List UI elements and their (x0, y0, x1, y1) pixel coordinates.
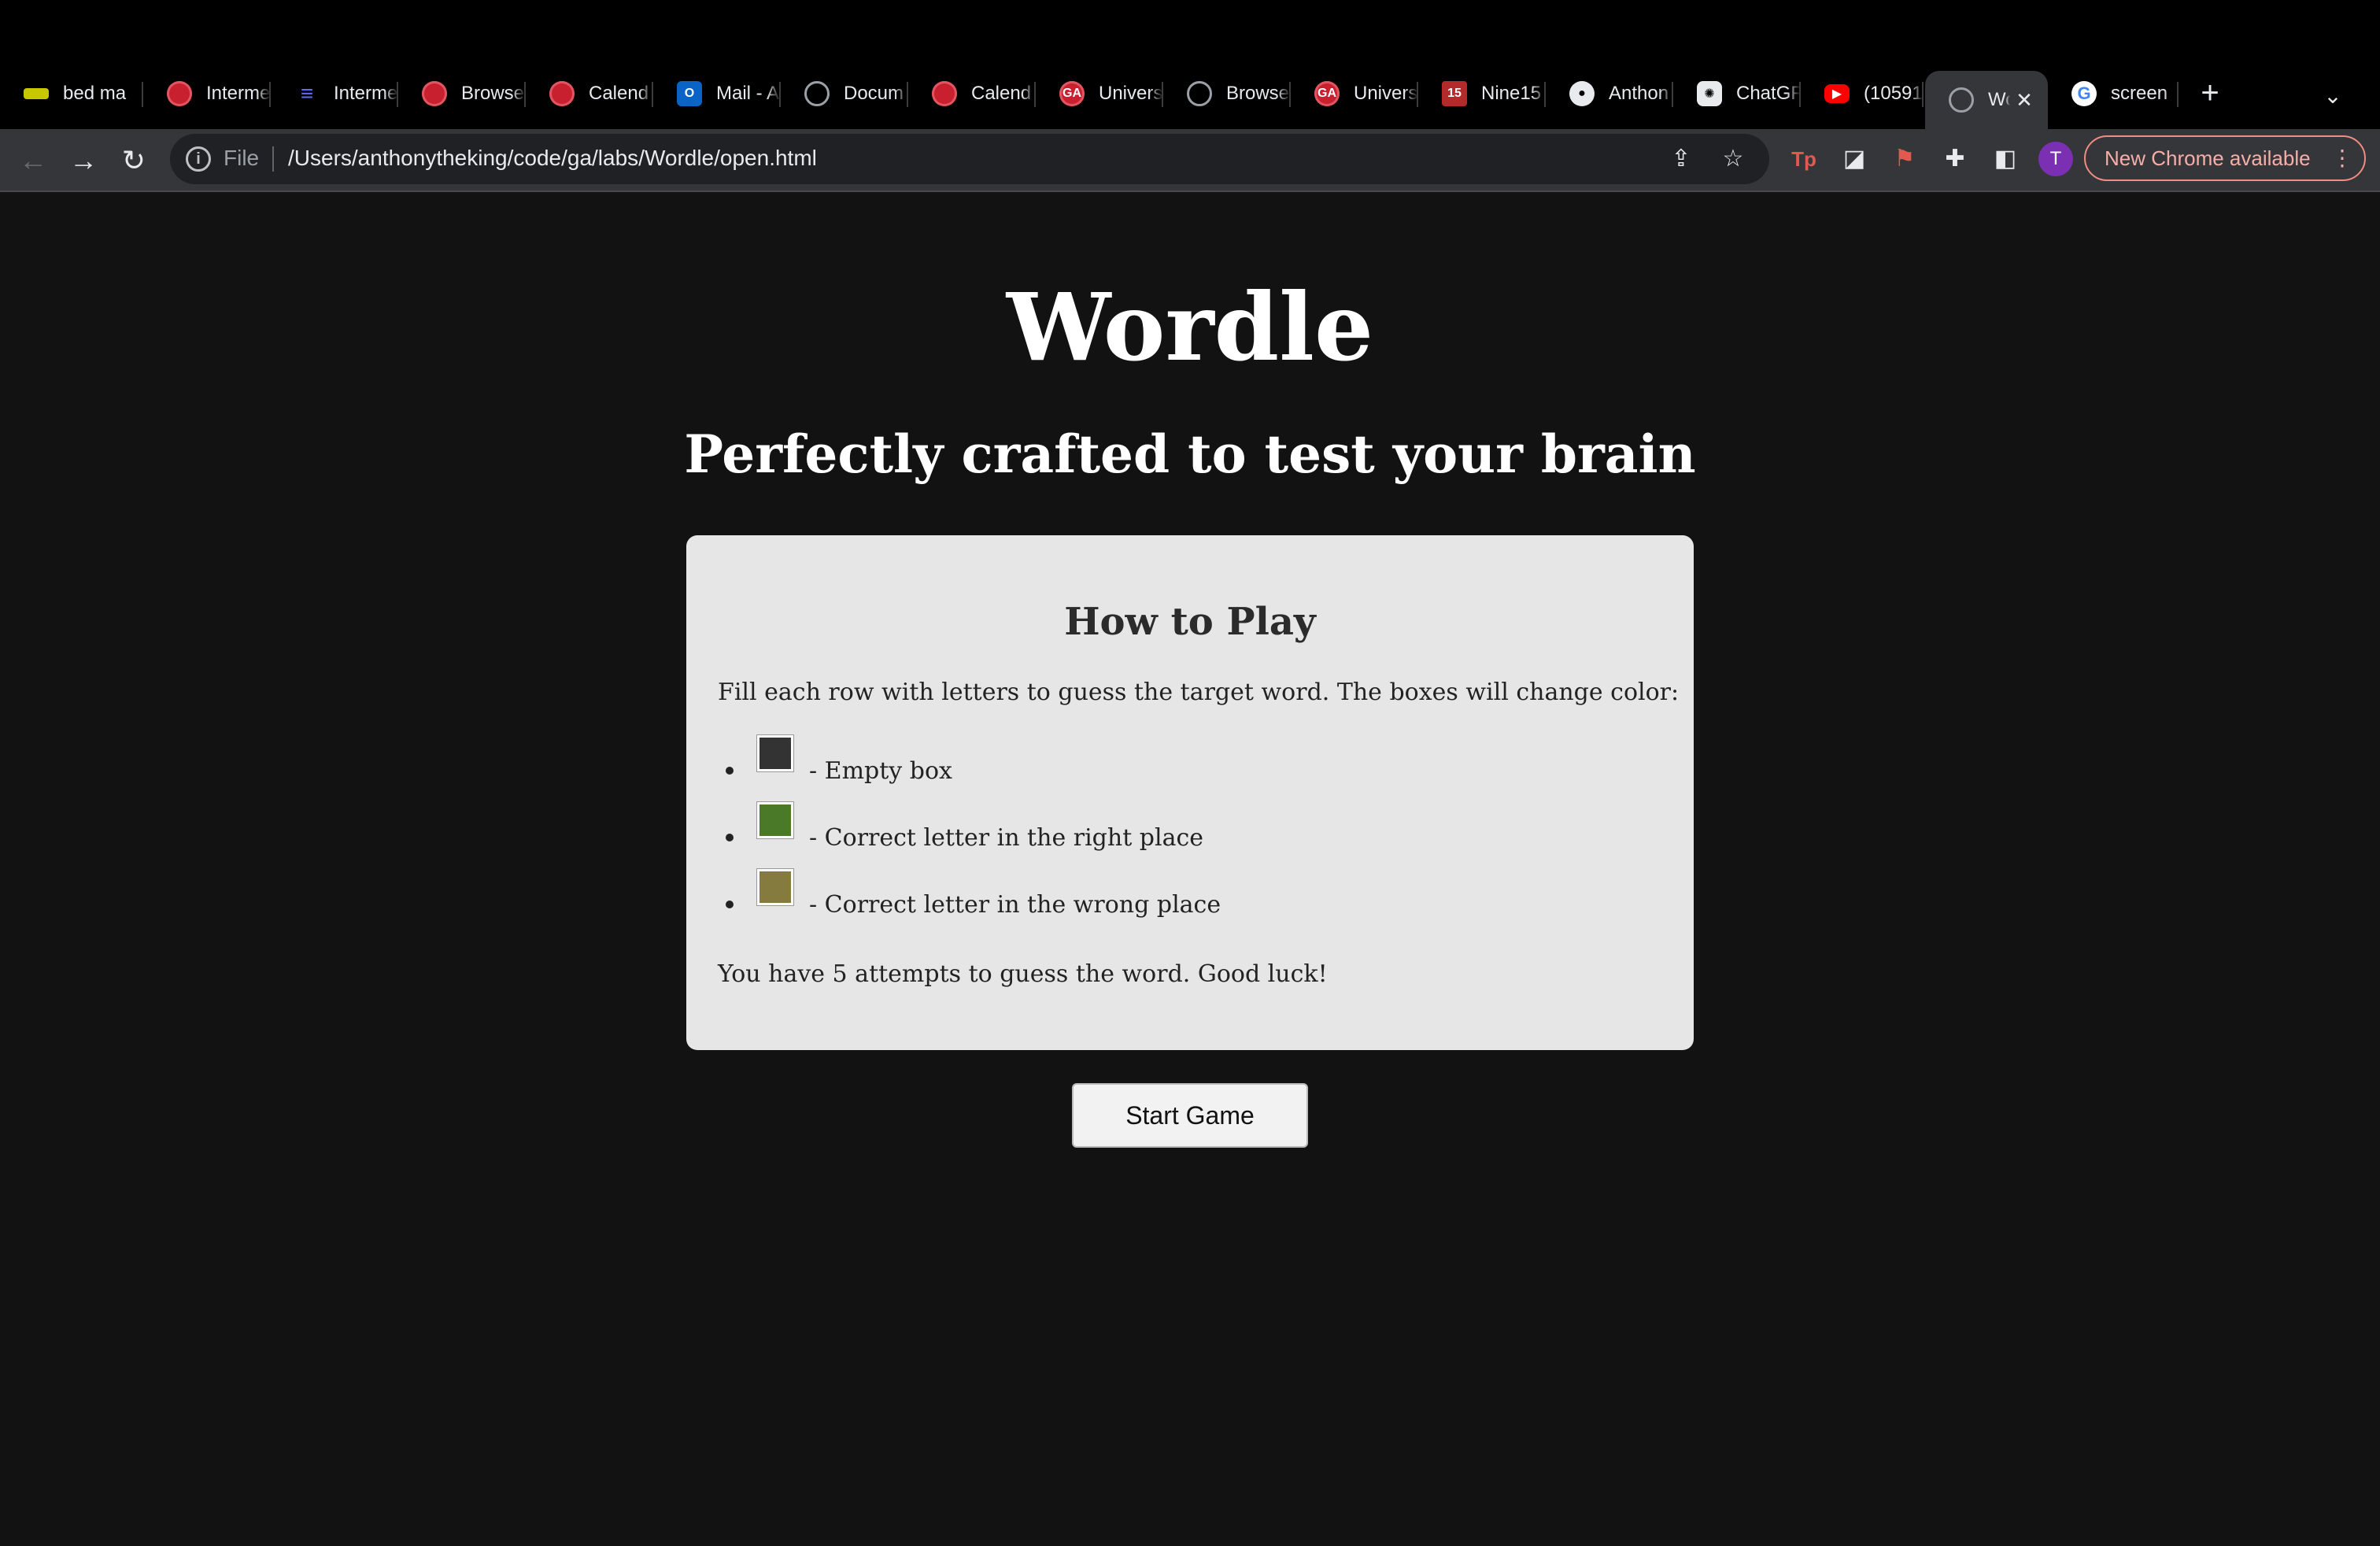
calendar-icon: 15 (1442, 81, 1467, 106)
globe-icon (804, 81, 830, 106)
list-bullet (726, 834, 734, 841)
tab-screen[interactable]: G screen (2048, 74, 2179, 113)
how-to-play-intro: Fill each row with letters to guess the … (718, 679, 1680, 706)
tab-label: Mail - A (716, 83, 780, 104)
url-divider (272, 146, 274, 172)
tab-10[interactable]: GA Univers (1291, 74, 1418, 113)
tab-0[interactable]: bed ma (0, 74, 143, 113)
tab-label: Wo (1988, 89, 2010, 110)
tab-label: Univers (1354, 83, 1418, 104)
globe-icon (1949, 87, 1974, 113)
globe-icon (1187, 81, 1212, 106)
tab-label: Calend (589, 83, 649, 104)
ga-icon: GA (1314, 81, 1340, 106)
more-menu-icon[interactable]: ⋮ (2331, 137, 2353, 179)
tab-label: Interme (334, 83, 398, 104)
close-icon[interactable]: ✕ (2010, 88, 2038, 113)
extensions-puzzle-icon[interactable]: ✚ (1936, 140, 1974, 178)
legend-text: - Correct letter in the wrong place (809, 890, 1221, 919)
linear-icon: ≡ (300, 81, 314, 105)
url-scheme: File (224, 146, 260, 170)
ga-icon: GA (1059, 81, 1085, 106)
back-button[interactable]: ← (11, 139, 55, 183)
update-label: New Chrome available (2105, 146, 2311, 170)
tab-1[interactable]: Interme (143, 74, 271, 113)
tab-label: screen (2111, 83, 2168, 104)
youtube-icon: ▶ (1824, 84, 1850, 103)
legend-text: - Empty box (809, 756, 952, 785)
how-to-play-heading: How to Play (1064, 600, 1316, 644)
info-icon[interactable]: i (186, 146, 211, 172)
share-icon[interactable]: ⇪ (1665, 143, 1697, 175)
tab-strip: bed ma Interme ≡ Interme Browse Calend O Mail -… (0, 58, 2380, 129)
forward-button[interactable]: → (61, 139, 105, 183)
tab-4[interactable]: Calend (526, 74, 653, 113)
ga-icon (549, 81, 575, 106)
page-content: Wordle Perfectly crafted to test your br… (0, 194, 2380, 1546)
tab-13[interactable]: ✺ ChatGF (1673, 74, 1801, 113)
tab-label: Anthon (1609, 83, 1669, 104)
how-to-play-outro: You have 5 attempts to guess the word. G… (718, 960, 1328, 988)
tab-14[interactable]: ▶ (10591 (1801, 74, 1924, 113)
extension-flag-icon[interactable]: ⚑ (1886, 140, 1924, 178)
tab-label: Nine15 (1481, 83, 1542, 104)
window-top-bar (0, 0, 2380, 58)
tab-label: Univers (1099, 83, 1163, 104)
extension-tp-icon[interactable]: Tp (1785, 140, 1823, 178)
tab-3[interactable]: Browse (398, 74, 526, 113)
tab-separator (1922, 82, 1924, 107)
legend-item-correct: - Correct letter in the right place (726, 801, 1204, 852)
tab-search-icon[interactable]: ⌄ (2314, 77, 2352, 115)
profile-avatar[interactable]: T (2038, 142, 2073, 176)
address-bar[interactable]: i File /Users/anthonytheking/code/ga/lab… (170, 134, 1769, 184)
tab-label: (10591 (1864, 83, 1923, 104)
list-bullet (726, 901, 734, 908)
tab-5[interactable]: O Mail - A (653, 74, 781, 113)
correct-box-swatch (756, 801, 794, 839)
extension-chat-icon[interactable]: ◪ (1835, 140, 1873, 178)
outlook-icon: O (677, 81, 702, 106)
tab-label: Calend (971, 83, 1032, 104)
page-title: Wordle (1006, 272, 1374, 382)
side-panel-icon[interactable]: ◧ (1986, 140, 2024, 178)
github-icon: ● (1569, 81, 1595, 106)
new-tab-button[interactable]: + (2191, 74, 2229, 112)
bed-icon (24, 88, 49, 99)
url-text[interactable]: /Users/anthonytheking/code/ga/labs/Wordl… (288, 146, 817, 171)
tab-9[interactable]: Browse (1163, 74, 1291, 113)
reload-button[interactable]: ↻ (112, 139, 156, 183)
tab-label: Docum (844, 83, 904, 104)
new-chrome-available-button[interactable]: New Chrome available ⋮ (2084, 135, 2366, 181)
tab-7[interactable]: Calend (908, 74, 1036, 113)
tab-separator (2177, 82, 2179, 107)
tab-label: Browse (1226, 83, 1290, 104)
start-game-button[interactable]: Start Game (1072, 1083, 1308, 1148)
tab-11[interactable]: 15 Nine15 (1418, 74, 1546, 113)
empty-box-swatch (756, 734, 794, 772)
google-icon: G (2071, 81, 2097, 106)
ga-icon (422, 81, 447, 106)
bookmark-star-icon[interactable]: ☆ (1717, 143, 1749, 175)
tab-label: Interme (206, 83, 271, 104)
tab-8[interactable]: GA Univers (1036, 74, 1163, 113)
tab-6[interactable]: Docum (781, 74, 908, 113)
tab-label: Browse (461, 83, 525, 104)
legend-item-misplaced: - Correct letter in the wrong place (726, 868, 1221, 919)
ga-icon (932, 81, 957, 106)
how-to-play-card: How to Play Fill each row with letters t… (686, 535, 1694, 1050)
page-subtitle: Perfectly crafted to test your brain (684, 423, 1696, 485)
tab-active[interactable]: Wo ✕ (1925, 71, 2048, 129)
legend-text: - Correct letter in the right place (809, 823, 1204, 852)
chatgpt-icon: ✺ (1697, 81, 1722, 106)
tab-12[interactable]: ● Anthon (1546, 74, 1673, 113)
tab-label: bed ma (63, 83, 127, 104)
tab-label: ChatGF (1736, 83, 1801, 104)
list-bullet (726, 767, 734, 775)
misplaced-box-swatch (756, 868, 794, 906)
tab-2[interactable]: ≡ Interme (271, 74, 398, 113)
ga-icon (167, 81, 192, 106)
legend-item-empty: - Empty box (726, 734, 952, 785)
